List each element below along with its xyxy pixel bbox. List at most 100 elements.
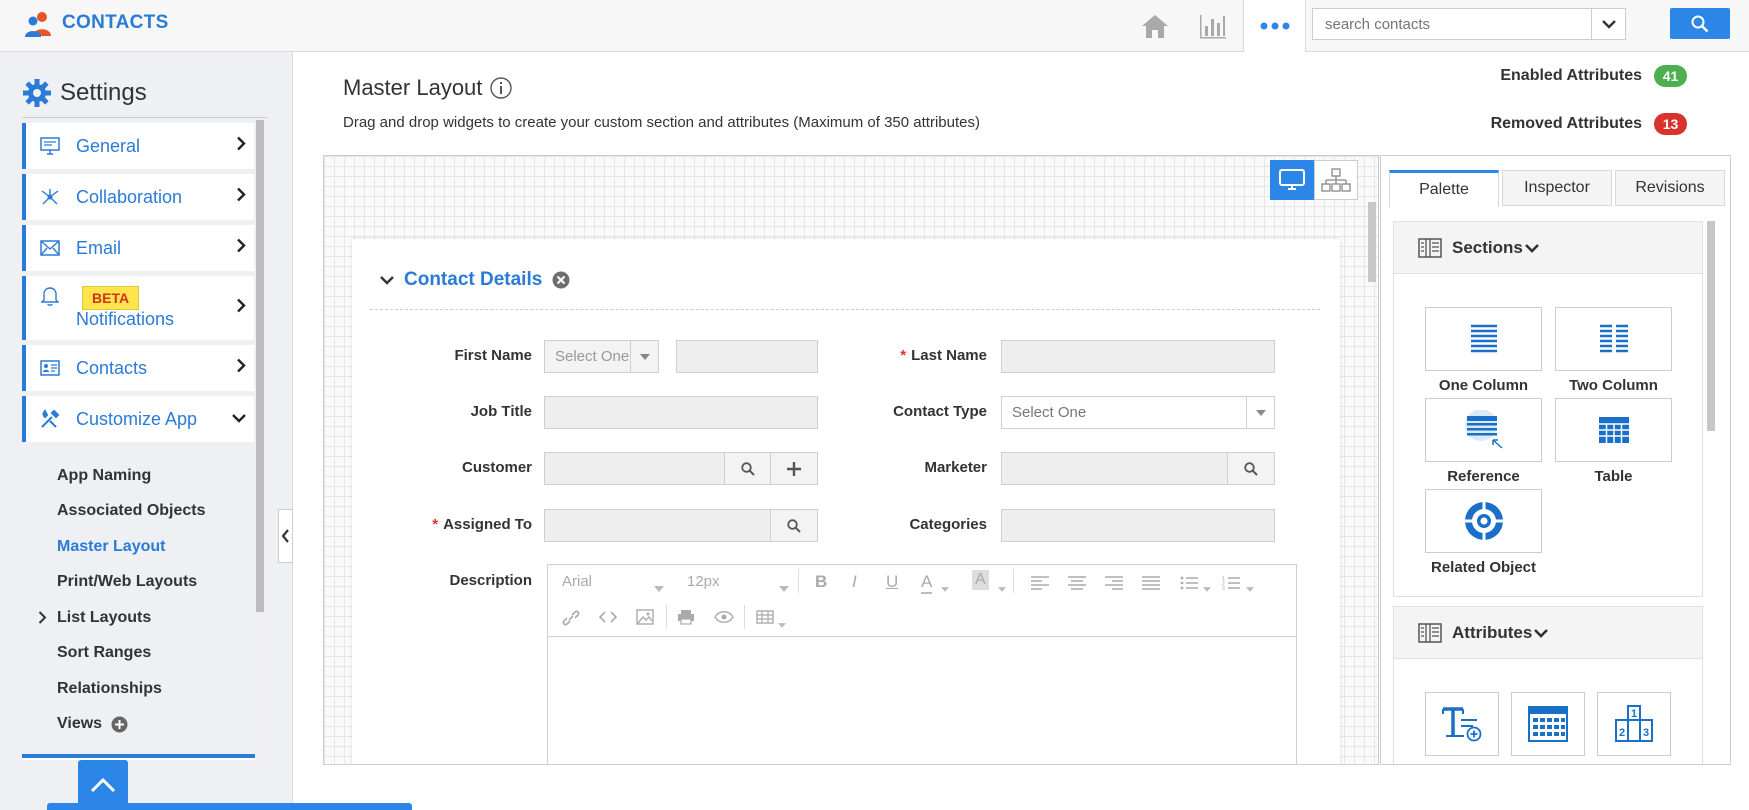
table-icon[interactable] [756,610,774,629]
print-icon[interactable] [677,609,695,630]
text-field-widget[interactable] [1425,692,1499,756]
sub-item-master-layout[interactable]: Master Layout [57,538,165,556]
one-column-widget[interactable] [1425,307,1542,371]
reference-widget[interactable] [1425,398,1542,462]
home-icon[interactable] [1138,8,1172,44]
font-family-select[interactable]: Arial [562,573,592,590]
scrollbar-thumb[interactable] [1707,221,1715,431]
last-name-input[interactable] [1001,340,1275,373]
underline-icon[interactable]: U [886,572,898,592]
numbered-list-icon[interactable]: 123 [1222,575,1240,596]
sub-item-views[interactable]: Views [57,715,102,733]
tree-view-button[interactable] [1314,160,1358,200]
align-justify-icon[interactable] [1142,576,1160,595]
chevron-down-icon[interactable] [380,275,394,285]
code-icon[interactable] [598,610,618,629]
preview-icon[interactable] [714,610,734,629]
image-icon[interactable] [636,609,654,630]
tab-revisions[interactable]: Revisions [1615,170,1725,206]
categories-label: Categories [909,516,987,533]
add-view-icon[interactable] [111,716,128,738]
sidebar-item-customize-app[interactable]: Customize App [22,396,254,442]
layout-canvas[interactable]: Contact Details First Name Select One * L… [323,155,1379,765]
align-left-icon[interactable] [1031,576,1049,595]
caret-down-icon [998,579,1006,597]
sidebar-item-collaboration[interactable]: Collaboration [22,174,254,220]
removed-attributes-label: Removed Attributes [1490,115,1642,132]
first-name-input[interactable] [676,340,818,373]
sidebar-scrollbar[interactable] [255,120,265,760]
sidebar-item-email[interactable]: Email [22,225,254,271]
editor-content-area[interactable] [548,637,1296,764]
customer-input[interactable] [544,452,725,485]
panel-tabs: Palette Inspector Revisions [1389,170,1728,207]
first-name-prefix-select[interactable]: Select One [544,340,659,373]
sub-item-sort-ranges[interactable]: Sort Ranges [57,644,151,662]
two-column-widget[interactable] [1555,307,1672,371]
sub-item-print-web-layouts[interactable]: Print/Web Layouts [57,573,197,591]
page-description: Drag and drop widgets to create your cus… [343,114,980,131]
close-icon[interactable] [552,271,570,289]
sidebar-item-general[interactable]: General [22,123,254,169]
link-icon[interactable] [562,610,580,631]
contact-details-section[interactable]: Contact Details First Name Select One * L… [352,239,1340,764]
monitor-icon [30,137,70,155]
caret-down-icon [630,341,658,372]
bullet-list-icon[interactable] [1180,576,1198,595]
reports-icon[interactable] [1196,8,1230,44]
canvas-scrollbar[interactable] [1367,202,1377,762]
related-object-widget[interactable] [1425,489,1542,553]
marketer-input[interactable] [1001,452,1228,485]
reference-label: Reference [1447,468,1520,485]
email-icon [30,240,70,256]
settings-sidebar: Settings General Collaboration Email BET… [0,52,293,810]
toolbar-separator [666,605,667,629]
divider [22,117,267,118]
align-right-icon[interactable] [1105,576,1123,595]
font-size-select[interactable]: 12px [687,573,720,590]
sidebar-item-notifications[interactable]: BETA Notifications [22,276,254,340]
desktop-view-button[interactable] [1270,160,1314,200]
job-title-input[interactable] [544,396,818,429]
align-center-icon[interactable] [1068,576,1086,595]
chevron-down-icon[interactable] [1591,9,1625,39]
scrollbar-thumb[interactable] [1368,202,1376,282]
palette-scrollbar[interactable] [1706,221,1716,764]
removed-attributes[interactable]: Removed Attributes 13 [1491,113,1687,135]
contacts-icon [30,360,70,376]
chevron-right-icon[interactable] [38,611,47,629]
marketer-search-button[interactable] [1227,452,1275,485]
search-input[interactable] [1313,9,1591,39]
sub-item-relationships[interactable]: Relationships [57,680,162,698]
search-button[interactable] [1670,8,1730,39]
attributes-header[interactable]: Attributes [1394,607,1702,659]
enabled-attributes[interactable]: Enabled Attributes 41 [1500,65,1687,87]
info-icon[interactable] [490,77,513,99]
sidebar-item-contacts[interactable]: Contacts [22,345,254,391]
highlight-color-icon[interactable]: A [972,570,989,590]
section-title[interactable]: Contact Details [404,269,542,291]
sub-item-list-layouts[interactable]: List Layouts [57,609,151,627]
collapse-sidebar-button[interactable] [278,509,293,563]
sections-header[interactable]: Sections [1394,222,1702,274]
scrollbar-thumb[interactable] [256,120,264,612]
desktop-icon [1279,169,1305,190]
sub-item-associated-objects[interactable]: Associated Objects [57,502,206,520]
table-widget[interactable] [1555,398,1672,462]
ranking-widget[interactable]: 12 3 [1597,692,1671,756]
app-title[interactable]: CONTACTS [62,12,169,34]
bold-icon[interactable]: B [815,572,827,592]
more-icon[interactable] [1243,0,1306,52]
marketer-label: Marketer [924,459,987,476]
related-object-icon [1464,502,1503,540]
tab-inspector[interactable]: Inspector [1502,170,1612,206]
font-color-icon[interactable]: A [921,572,933,594]
contact-type-select[interactable]: Select One [1001,396,1275,429]
customer-search-button[interactable] [724,452,771,485]
calendar-widget[interactable] [1511,692,1585,756]
categories-input[interactable] [1001,509,1275,542]
tab-palette[interactable]: Palette [1389,170,1499,207]
sub-item-app-naming[interactable]: App Naming [57,467,151,485]
assigned-to-input[interactable] [544,509,771,542]
italic-icon[interactable]: I [852,572,857,592]
